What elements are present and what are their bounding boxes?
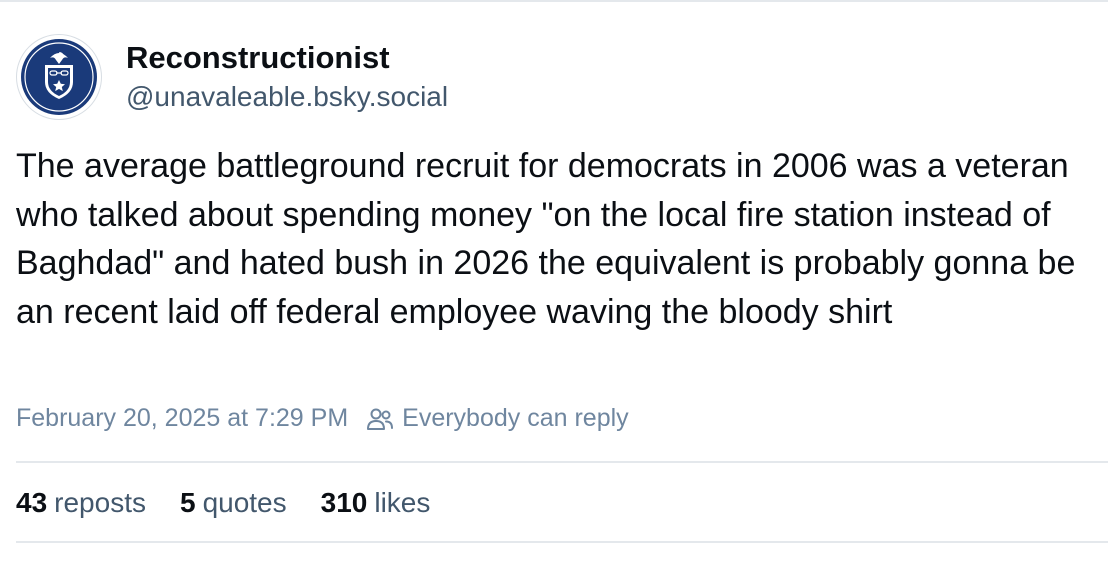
reposts-stat[interactable]: 43 reposts (16, 484, 146, 522)
reply-setting-label: Everybody can reply (402, 404, 629, 432)
reposts-label: reposts (54, 487, 146, 518)
quotes-count: 5 (179, 487, 196, 518)
author-names: Reconstructionist @unavaleable.bsky.soci… (126, 38, 448, 116)
post-stats: 43 reposts 5 quotes 310 likes (16, 484, 464, 522)
eagle-shield-emblem-icon (21, 39, 97, 115)
likes-stat[interactable]: 310 likes (321, 484, 431, 522)
post-header: Reconstructionist @unavaleable.bsky.soci… (16, 34, 448, 120)
post-text: The average battleground recruit for dem… (16, 147, 1076, 331)
author-display-name[interactable]: Reconstructionist (126, 38, 448, 78)
quotes-stat[interactable]: 5 quotes (180, 484, 287, 522)
likes-label: likes (374, 487, 431, 518)
quotes-label: quotes (202, 487, 287, 518)
reposts-count: 43 (16, 487, 48, 518)
post-meta: February 20, 2025 at 7:29 PM Everybody c… (16, 404, 629, 433)
people-icon (367, 408, 394, 430)
avatar[interactable] (16, 34, 102, 120)
post-timestamp[interactable]: February 20, 2025 at 7:29 PM (16, 404, 348, 433)
stats-bottom-divider (16, 541, 1108, 543)
likes-count: 310 (320, 487, 368, 518)
reply-setting: Everybody can reply (366, 404, 629, 433)
stats-top-divider (16, 461, 1108, 463)
top-divider (0, 0, 1108, 2)
author-handle[interactable]: @unavaleable.bsky.social (126, 78, 448, 116)
